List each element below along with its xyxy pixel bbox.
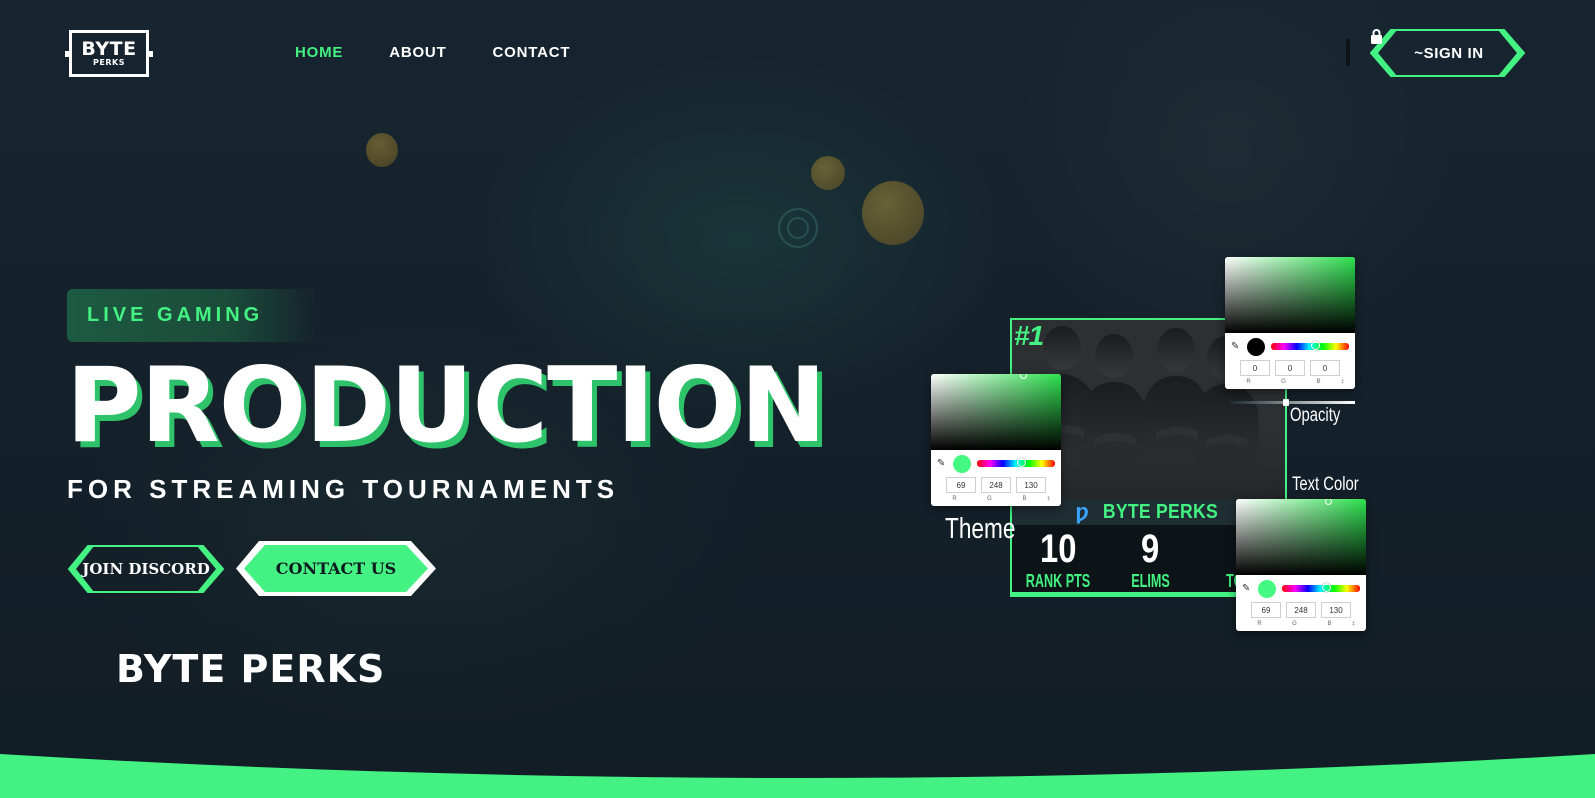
hero-tagline: LIVE GAMING xyxy=(67,289,317,342)
color-saturation-area[interactable] xyxy=(1236,499,1366,575)
contact-us-button[interactable]: CONTACT US xyxy=(233,539,439,598)
nav-home-link[interactable]: HOME xyxy=(295,44,343,61)
overlay-brand-name: BYTE PERKS xyxy=(1102,500,1218,523)
color-swatch xyxy=(953,454,971,473)
red-label: R xyxy=(1246,379,1251,385)
byte-perks-logo-icon: ƿ xyxy=(1075,499,1089,524)
color-swatch xyxy=(1247,337,1265,356)
overlay-rank: #1 xyxy=(1014,320,1044,351)
red-field[interactable]: 69 xyxy=(1251,602,1281,618)
main-nav: HOME ABOUT CONTACT xyxy=(295,44,570,61)
background-coin xyxy=(811,156,845,190)
color-saturation-area[interactable] xyxy=(931,374,1061,450)
background-coin xyxy=(366,133,398,167)
nav-about-link[interactable]: ABOUT xyxy=(389,44,446,61)
nav-contact-link[interactable]: CONTACT xyxy=(493,44,571,61)
opacity-slider[interactable] xyxy=(1230,399,1355,406)
green-field[interactable]: 0 xyxy=(1275,360,1305,376)
logo-text-bottom: PERKS xyxy=(93,57,125,67)
join-discord-button[interactable]: JOIN DISCORD xyxy=(66,544,226,594)
overlay-stat-value: 10 xyxy=(1039,527,1077,571)
green-field[interactable]: 248 xyxy=(1286,602,1316,618)
opacity-color-picker[interactable]: ✎ 0 0 0 R G B ‡ xyxy=(1225,257,1355,389)
green-field[interactable]: 248 xyxy=(981,477,1011,493)
blue-field[interactable]: 130 xyxy=(1016,477,1046,493)
green-label: G xyxy=(1292,621,1297,627)
hero-headline: PRODUCTION xyxy=(66,346,826,466)
eyedropper-icon[interactable]: ✎ xyxy=(1231,341,1241,352)
eyedropper-icon[interactable]: ✎ xyxy=(1242,583,1252,594)
red-label: R xyxy=(1257,621,1262,627)
eyedropper-icon[interactable]: ✎ xyxy=(937,458,947,469)
sign-in-label: ~SIGN IN xyxy=(1414,44,1484,62)
color-saturation-area[interactable] xyxy=(1225,257,1355,333)
text-color-label: Text Color xyxy=(1292,474,1359,495)
red-field[interactable]: 0 xyxy=(1240,360,1270,376)
color-cursor[interactable] xyxy=(1325,499,1332,505)
blue-field[interactable]: 130 xyxy=(1321,602,1351,618)
contact-us-label: CONTACT US xyxy=(275,559,397,578)
hue-slider[interactable] xyxy=(1271,341,1349,350)
opacity-slider-knob[interactable] xyxy=(1283,399,1289,406)
lock-icon xyxy=(1371,29,1382,44)
blue-label: B xyxy=(1316,379,1321,385)
bottom-accent-band xyxy=(0,754,1595,798)
background-swirl xyxy=(787,217,809,239)
hue-slider[interactable] xyxy=(1282,583,1360,592)
green-label: G xyxy=(1281,379,1286,385)
color-cursor[interactable] xyxy=(1020,374,1027,379)
overlay-stat-value: 9 xyxy=(1141,527,1160,571)
theme-label: Theme xyxy=(945,513,1016,545)
blue-label: B xyxy=(1327,621,1332,627)
blue-label: B xyxy=(1022,496,1027,502)
overlay-stat-label: RANK PTS xyxy=(1025,571,1091,591)
hero-tagline-text: LIVE GAMING xyxy=(87,304,264,326)
format-toggle-icon[interactable]: ‡ xyxy=(1350,621,1358,627)
green-label: G xyxy=(987,496,992,502)
hue-slider[interactable] xyxy=(977,458,1055,467)
red-label: R xyxy=(952,496,957,502)
overlay-stat: 9 ELIMS xyxy=(1104,525,1196,595)
join-discord-label: JOIN DISCORD xyxy=(82,560,210,578)
background-coin xyxy=(862,181,924,245)
overlay-stat-label: ELIMS xyxy=(1131,571,1170,591)
header-divider xyxy=(1346,39,1350,66)
logo-text-top: BYTE xyxy=(81,37,137,60)
color-swatch xyxy=(1258,579,1276,598)
hero-subline: FOR STREAMING TOURNAMENTS xyxy=(67,474,620,504)
opacity-label: Opacity xyxy=(1290,405,1341,426)
blue-field[interactable]: 0 xyxy=(1310,360,1340,376)
text-color-picker[interactable]: ✎ 69 248 130 R G B ‡ xyxy=(1236,499,1366,631)
red-field[interactable]: 69 xyxy=(946,477,976,493)
overlay-stat: 10 RANK PTS xyxy=(1012,525,1104,595)
site-logo[interactable]: BYTE PERKS xyxy=(65,30,153,77)
format-toggle-icon[interactable]: ‡ xyxy=(1339,379,1347,385)
format-toggle-icon[interactable]: ‡ xyxy=(1045,496,1053,502)
footer-wordmark: BYTE PERKS xyxy=(116,647,386,691)
sign-in-button[interactable]: ~SIGN IN xyxy=(1370,29,1528,77)
theme-color-picker[interactable]: ✎ 69 248 130 R G B ‡ xyxy=(931,374,1061,506)
